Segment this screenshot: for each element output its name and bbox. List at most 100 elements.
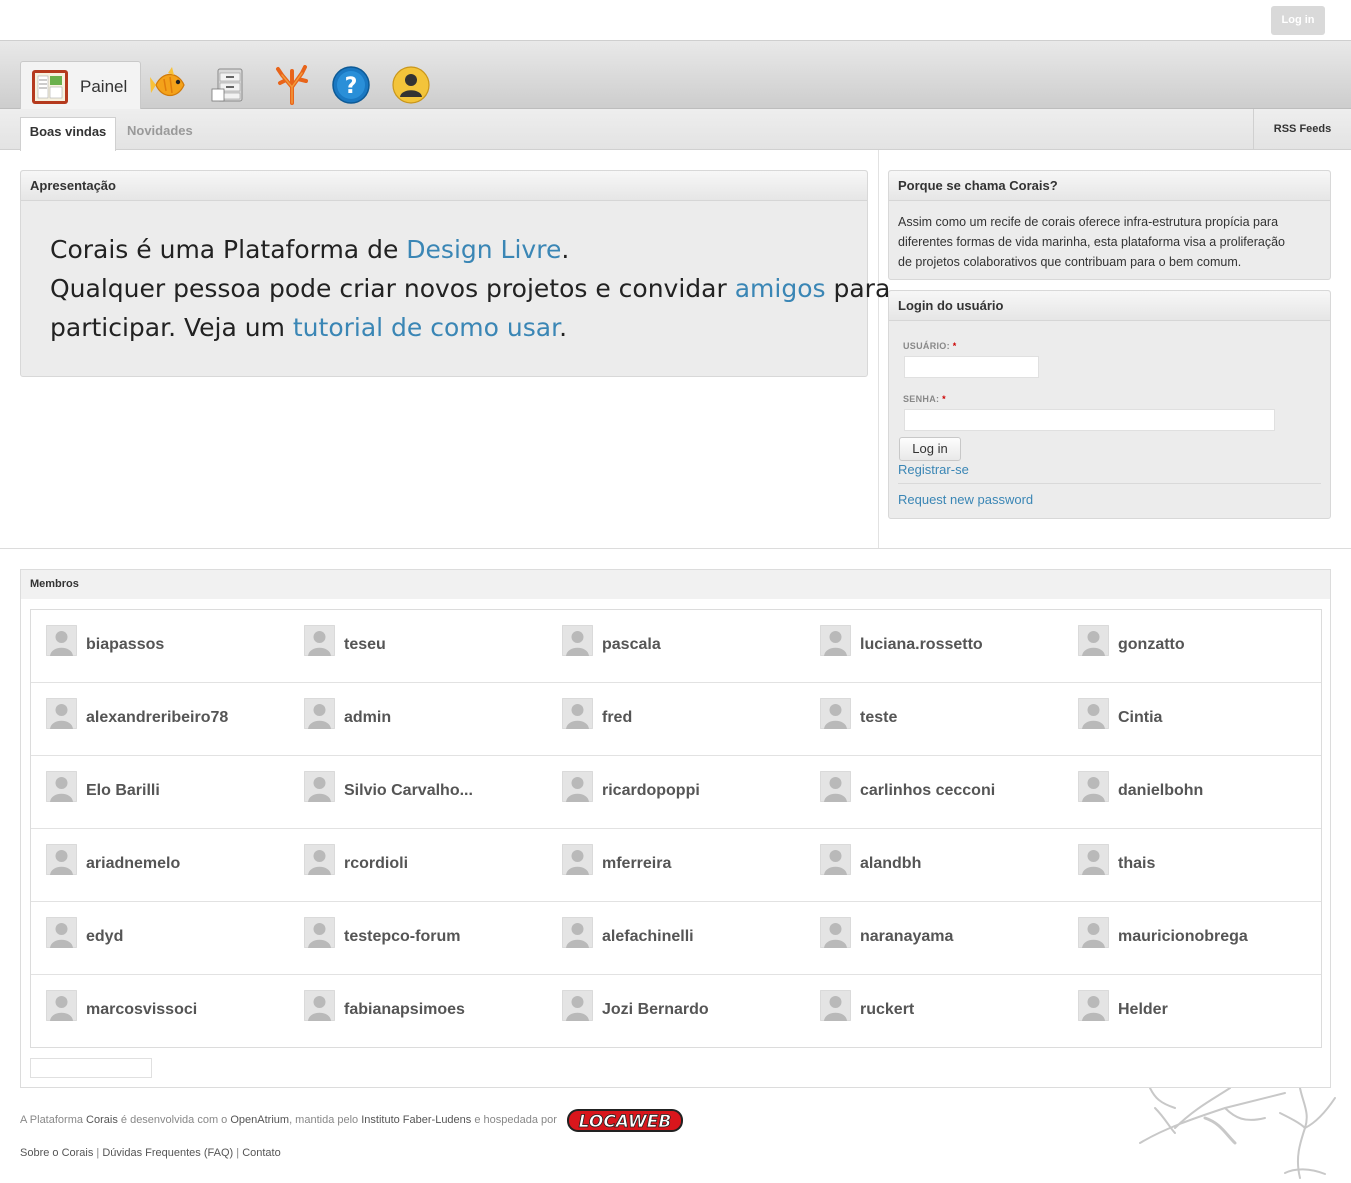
member-item[interactable]: teseu bbox=[289, 610, 547, 682]
member-item[interactable]: carlinhos cecconi bbox=[805, 756, 1063, 828]
avatar-icon[interactable] bbox=[46, 771, 77, 802]
member-name-link[interactable]: pascala bbox=[602, 636, 661, 654]
avatar-icon[interactable] bbox=[304, 698, 335, 729]
avatar-icon[interactable] bbox=[46, 698, 77, 729]
member-name-link[interactable]: alexandreribeiro78 bbox=[86, 709, 228, 727]
login-button[interactable]: Log in bbox=[899, 437, 961, 461]
member-item[interactable]: Helder bbox=[1063, 975, 1321, 1047]
tab-boas-vindas[interactable]: Boas vindas bbox=[20, 117, 116, 151]
member-name-link[interactable]: edyd bbox=[86, 928, 123, 946]
member-item[interactable]: Cintia bbox=[1063, 683, 1321, 755]
avatar-icon[interactable] bbox=[304, 917, 335, 948]
member-name-link[interactable]: ruckert bbox=[860, 1001, 914, 1019]
coral-icon[interactable] bbox=[272, 65, 312, 105]
member-item[interactable]: Elo Barilli bbox=[31, 756, 289, 828]
corais-link[interactable]: Corais bbox=[86, 1114, 118, 1126]
member-name-link[interactable]: danielbohn bbox=[1118, 782, 1203, 800]
avatar-icon[interactable] bbox=[562, 844, 593, 875]
member-name-link[interactable]: fabianapsimoes bbox=[344, 1001, 465, 1019]
member-item[interactable]: Silvio Carvalho... bbox=[289, 756, 547, 828]
openatrium-link[interactable]: OpenAtrium bbox=[230, 1114, 289, 1126]
member-item[interactable]: thais bbox=[1063, 829, 1321, 901]
avatar-icon[interactable] bbox=[820, 990, 851, 1021]
avatar-icon[interactable] bbox=[304, 771, 335, 802]
avatar-icon[interactable] bbox=[820, 917, 851, 948]
member-name-link[interactable]: fred bbox=[602, 709, 632, 727]
avatar-icon[interactable] bbox=[46, 844, 77, 875]
footer-link-faq[interactable]: Dúvidas Frequentes (FAQ) bbox=[102, 1147, 233, 1159]
member-item[interactable]: ariadnemelo bbox=[31, 829, 289, 901]
member-item[interactable]: edyd bbox=[31, 902, 289, 974]
rss-feeds-link[interactable]: RSS Feeds bbox=[1253, 109, 1351, 150]
avatar-icon[interactable] bbox=[562, 698, 593, 729]
member-item[interactable]: ruckert bbox=[805, 975, 1063, 1047]
avatar-icon[interactable] bbox=[46, 917, 77, 948]
help-icon[interactable]: ? bbox=[331, 65, 371, 105]
locaweb-logo[interactable]: LOCAWEB bbox=[566, 1107, 684, 1134]
member-name-link[interactable]: rcordioli bbox=[344, 855, 408, 873]
member-name-link[interactable]: testepco-forum bbox=[344, 928, 460, 946]
tab-novidades[interactable]: Novidades bbox=[127, 117, 193, 145]
member-item[interactable]: admin bbox=[289, 683, 547, 755]
member-item[interactable]: teste bbox=[805, 683, 1063, 755]
user-icon[interactable] bbox=[391, 65, 431, 105]
member-item[interactable]: biapassos bbox=[31, 610, 289, 682]
member-item[interactable]: rcordioli bbox=[289, 829, 547, 901]
member-item[interactable]: luciana.rossetto bbox=[805, 610, 1063, 682]
avatar-icon[interactable] bbox=[820, 771, 851, 802]
avatar-icon[interactable] bbox=[1078, 990, 1109, 1021]
member-name-link[interactable]: teste bbox=[860, 709, 897, 727]
instituto-link[interactable]: Instituto Faber-Ludens bbox=[361, 1114, 471, 1126]
member-item[interactable]: alandbh bbox=[805, 829, 1063, 901]
member-item[interactable]: gonzatto bbox=[1063, 610, 1321, 682]
member-name-link[interactable]: naranayama bbox=[860, 928, 953, 946]
avatar-icon[interactable] bbox=[562, 917, 593, 948]
member-item[interactable]: mauricionobrega bbox=[1063, 902, 1321, 974]
nav-tab-painel[interactable]: Painel bbox=[20, 61, 141, 109]
member-name-link[interactable]: marcosvissoci bbox=[86, 1001, 197, 1019]
member-name-link[interactable]: biapassos bbox=[86, 636, 164, 654]
member-item[interactable]: ricardopoppi bbox=[547, 756, 805, 828]
member-name-link[interactable]: Cintia bbox=[1118, 709, 1162, 727]
member-name-link[interactable]: alefachinelli bbox=[602, 928, 694, 946]
username-input[interactable] bbox=[904, 356, 1039, 378]
member-item[interactable]: mferreira bbox=[547, 829, 805, 901]
avatar-icon[interactable] bbox=[820, 698, 851, 729]
avatar-icon[interactable] bbox=[1078, 625, 1109, 656]
member-name-link[interactable]: gonzatto bbox=[1118, 636, 1185, 654]
member-item[interactable]: naranayama bbox=[805, 902, 1063, 974]
member-name-link[interactable]: admin bbox=[344, 709, 391, 727]
member-name-link[interactable]: mauricionobrega bbox=[1118, 928, 1248, 946]
member-name-link[interactable]: ricardopoppi bbox=[602, 782, 700, 800]
member-name-link[interactable]: Helder bbox=[1118, 1001, 1168, 1019]
avatar-icon[interactable] bbox=[1078, 917, 1109, 948]
member-name-link[interactable]: ariadnemelo bbox=[86, 855, 180, 873]
avatar-icon[interactable] bbox=[46, 990, 77, 1021]
avatar-icon[interactable] bbox=[820, 844, 851, 875]
tutorial-link[interactable]: tutorial de como usar bbox=[293, 313, 559, 342]
member-item[interactable]: alexandreribeiro78 bbox=[31, 683, 289, 755]
member-name-link[interactable]: Jozi Bernardo bbox=[602, 1001, 709, 1019]
member-item[interactable]: fabianapsimoes bbox=[289, 975, 547, 1047]
register-link[interactable]: Registrar-se bbox=[898, 462, 969, 477]
member-item[interactable]: danielbohn bbox=[1063, 756, 1321, 828]
avatar-icon[interactable] bbox=[1078, 844, 1109, 875]
request-password-link[interactable]: Request new password bbox=[898, 492, 1033, 507]
member-name-link[interactable]: carlinhos cecconi bbox=[860, 782, 995, 800]
amigos-link[interactable]: amigos bbox=[735, 274, 826, 303]
avatar-icon[interactable] bbox=[562, 771, 593, 802]
member-name-link[interactable]: alandbh bbox=[860, 855, 921, 873]
design-livre-link[interactable]: Design Livre bbox=[406, 235, 561, 264]
avatar-icon[interactable] bbox=[46, 625, 77, 656]
footer-link-sobre[interactable]: Sobre o Corais bbox=[20, 1147, 93, 1159]
member-item[interactable]: marcosvissoci bbox=[31, 975, 289, 1047]
avatar-icon[interactable] bbox=[304, 844, 335, 875]
top-login-button[interactable]: Log in bbox=[1271, 6, 1325, 35]
avatar-icon[interactable] bbox=[304, 990, 335, 1021]
member-item[interactable]: alefachinelli bbox=[547, 902, 805, 974]
avatar-icon[interactable] bbox=[820, 625, 851, 656]
avatar-icon[interactable] bbox=[562, 990, 593, 1021]
password-input[interactable] bbox=[904, 409, 1275, 431]
member-item[interactable]: Jozi Bernardo bbox=[547, 975, 805, 1047]
files-icon[interactable] bbox=[210, 65, 250, 105]
